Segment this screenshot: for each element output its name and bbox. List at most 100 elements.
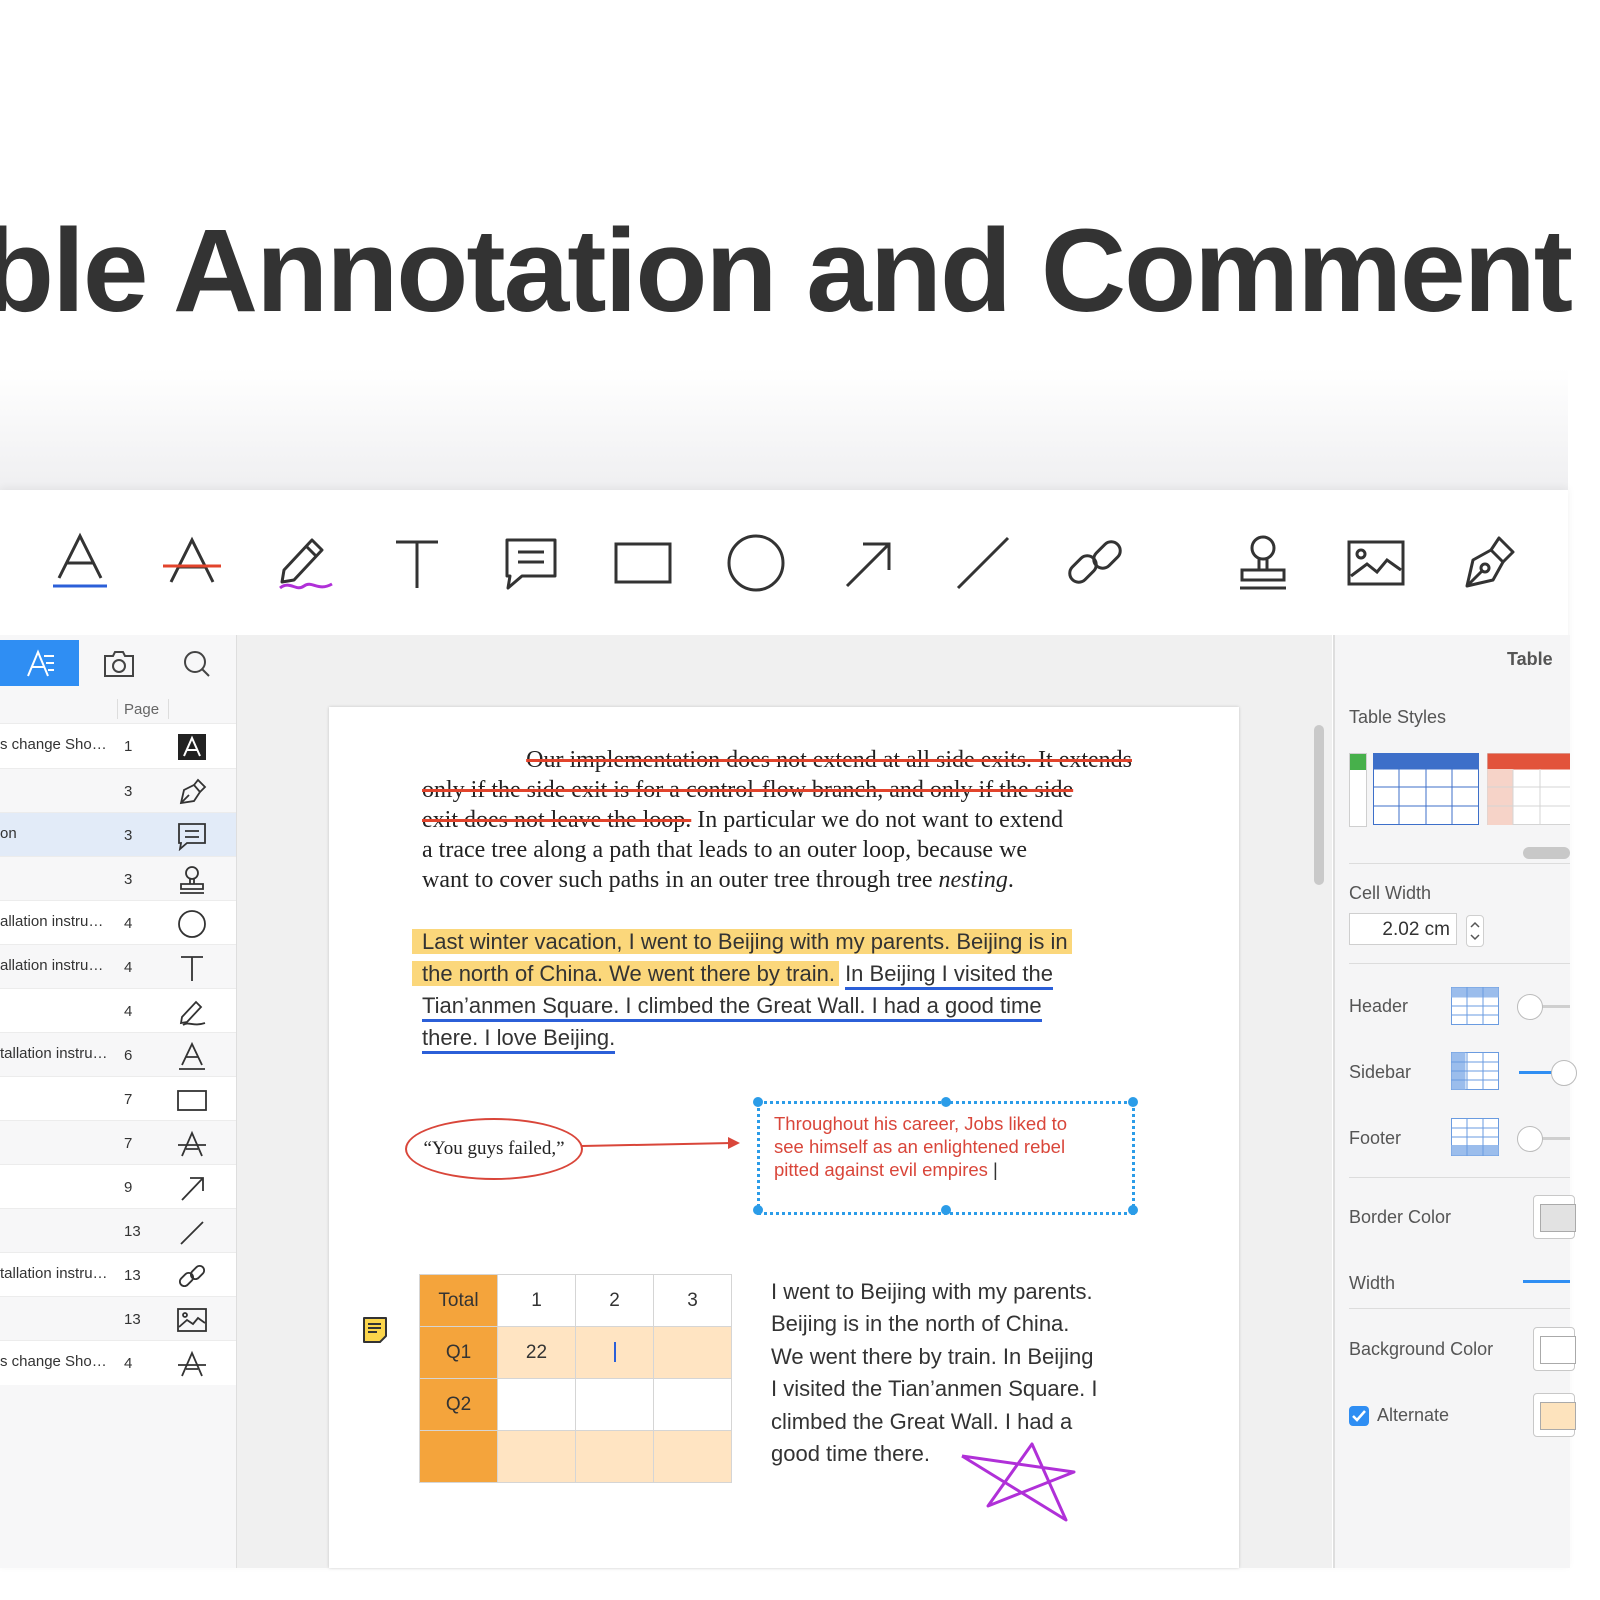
background-color-well[interactable] <box>1533 1327 1576 1371</box>
cell-width-stepper[interactable] <box>1466 915 1484 947</box>
table-cell[interactable] <box>419 1430 498 1483</box>
list-item[interactable]: allation instru… 4 <box>0 944 236 989</box>
annotation-toolbar <box>0 490 1568 635</box>
table-style-swatch-blue[interactable] <box>1373 753 1479 825</box>
callout-text[interactable]: Throughout his career, Jobs liked to see… <box>774 1112 1124 1181</box>
table-cell[interactable]: 3 <box>653 1274 732 1327</box>
strike-line-1[interactable]: Our implementation does not extend at al… <box>422 745 1132 775</box>
rectangle-tool-button[interactable] <box>608 530 678 600</box>
underline-line-4[interactable]: there. I love Beijing. <box>422 1022 616 1054</box>
resize-handle[interactable] <box>941 1097 951 1107</box>
tab-search[interactable] <box>158 640 236 686</box>
stamp-tool-button[interactable] <box>1228 530 1298 600</box>
sticky-note-icon[interactable] <box>362 1316 388 1344</box>
table-cell[interactable] <box>653 1326 732 1379</box>
table-cell[interactable]: Total <box>419 1274 498 1327</box>
list-item[interactable]: tallation instru… 13 <box>0 1252 236 1297</box>
strike-line-2[interactable]: only if the side exit is for a control-f… <box>422 775 1132 805</box>
document-table[interactable]: Total 1 2 3 Q1 22 Q2 <box>419 1274 732 1483</box>
resize-handle[interactable] <box>1128 1205 1138 1215</box>
annotation-page: 3 <box>124 783 133 800</box>
note-tool-button[interactable] <box>496 530 566 600</box>
resize-handle[interactable] <box>941 1205 951 1215</box>
link-icon <box>1068 540 1122 584</box>
width-slider-track[interactable] <box>1523 1280 1570 1283</box>
alternate-color-well[interactable] <box>1533 1393 1576 1437</box>
table-cell[interactable] <box>653 1430 732 1483</box>
table-cell[interactable]: Q2 <box>419 1378 498 1431</box>
resize-handle[interactable] <box>1128 1097 1138 1107</box>
arrow-annotation[interactable] <box>580 1132 745 1156</box>
tab-snapshots[interactable] <box>79 640 158 686</box>
document-scrollbar[interactable] <box>1314 725 1324 885</box>
cell-width-label: Cell Width <box>1349 883 1432 903</box>
arrow-tool-button[interactable] <box>833 530 903 600</box>
sidebar-slider-knob[interactable] <box>1551 1060 1577 1086</box>
search-icon <box>184 651 210 677</box>
annotation-list-header: Page <box>0 693 236 723</box>
list-item[interactable]: 7 <box>0 1120 236 1165</box>
image-tool-button[interactable] <box>1341 530 1411 600</box>
list-item[interactable]: 7 <box>0 1076 236 1121</box>
callout-textbox[interactable]: Throughout his career, Jobs liked to see… <box>753 1097 1138 1215</box>
annotation-list-icon <box>27 649 54 677</box>
list-item[interactable]: tallation instru… 6 <box>0 1032 236 1077</box>
annotation-page: 1 <box>124 738 133 755</box>
stamp-icon <box>175 865 209 895</box>
list-item[interactable]: 13 <box>0 1296 236 1341</box>
alternate-checkbox[interactable] <box>1349 1406 1369 1426</box>
freehand-star-annotation[interactable] <box>958 1438 1080 1528</box>
border-color-well[interactable] <box>1533 1195 1576 1239</box>
styles-scrollbar[interactable] <box>1523 847 1570 859</box>
list-item[interactable]: 4 <box>0 988 236 1033</box>
table-row <box>419 1430 732 1483</box>
list-item[interactable]: allation instru… 4 <box>0 900 236 945</box>
list-item[interactable]: 13 <box>0 1208 236 1253</box>
text-tool-button[interactable] <box>382 530 452 600</box>
list-item[interactable]: 3 <box>0 768 236 813</box>
list-item[interactable]: s change Sho… 4 <box>0 1340 236 1385</box>
ellipse-tool-button[interactable] <box>721 530 791 600</box>
table-style-swatch-red[interactable] <box>1487 753 1570 825</box>
underline-line-3[interactable]: Tian’anmen Square. I climbed the Great W… <box>422 990 1042 1022</box>
table-cell[interactable]: Q1 <box>419 1326 498 1379</box>
column-divider <box>117 699 118 719</box>
paragraph-line: good time there. <box>771 1441 930 1466</box>
list-item[interactable]: 3 <box>0 856 236 901</box>
divider <box>1349 863 1570 864</box>
highlight-tool-button[interactable] <box>45 530 115 600</box>
footer-slider-knob[interactable] <box>1517 1126 1543 1152</box>
cell-width-input[interactable]: 2.02 cm <box>1349 913 1457 945</box>
sidebar-label: Sidebar <box>1349 1062 1412 1082</box>
annotation-label: tallation instru… <box>0 1265 108 1282</box>
paragraph-line: We went there by train. In Beijing <box>771 1344 1094 1369</box>
highlight-line-2[interactable]: the north of China. We went there by tra… <box>412 958 1053 990</box>
ellipse-annotation[interactable]: “You guys failed,” <box>405 1118 583 1180</box>
line-tool-button[interactable] <box>948 530 1018 600</box>
freehand-tool-button[interactable] <box>270 530 340 600</box>
highlight-line-1[interactable]: Last winter vacation, I went to Beijing … <box>412 926 1072 958</box>
table-cell[interactable]: 1 <box>497 1274 576 1327</box>
table-cell[interactable] <box>497 1430 576 1483</box>
signature-tool-button[interactable] <box>1455 530 1525 600</box>
resize-handle[interactable] <box>753 1097 763 1107</box>
list-item[interactable]: s change Sho… 1 <box>0 723 236 768</box>
underline-annotation[interactable]: In Beijing I visited the <box>845 961 1053 990</box>
table-cell-editing[interactable] <box>575 1326 654 1379</box>
list-item[interactable]: 9 <box>0 1164 236 1209</box>
table-styles-label: Table Styles <box>1349 707 1447 727</box>
table-style-swatch-green[interactable] <box>1349 753 1367 827</box>
table-cell[interactable] <box>653 1378 732 1431</box>
list-item[interactable]: on 3 <box>0 812 236 857</box>
table-cell[interactable]: 22 <box>497 1326 576 1379</box>
table-cell[interactable] <box>575 1430 654 1483</box>
strikethrough-tool-button[interactable] <box>157 530 227 600</box>
strike-line-3[interactable]: exit does not leave the loop. In particu… <box>422 805 1132 835</box>
resize-handle[interactable] <box>753 1205 763 1215</box>
link-tool-button[interactable] <box>1060 530 1130 600</box>
tab-annotations[interactable] <box>0 640 79 686</box>
table-cell[interactable] <box>575 1378 654 1431</box>
table-cell[interactable]: 2 <box>575 1274 654 1327</box>
table-cell[interactable] <box>497 1378 576 1431</box>
header-slider-knob[interactable] <box>1517 994 1543 1020</box>
